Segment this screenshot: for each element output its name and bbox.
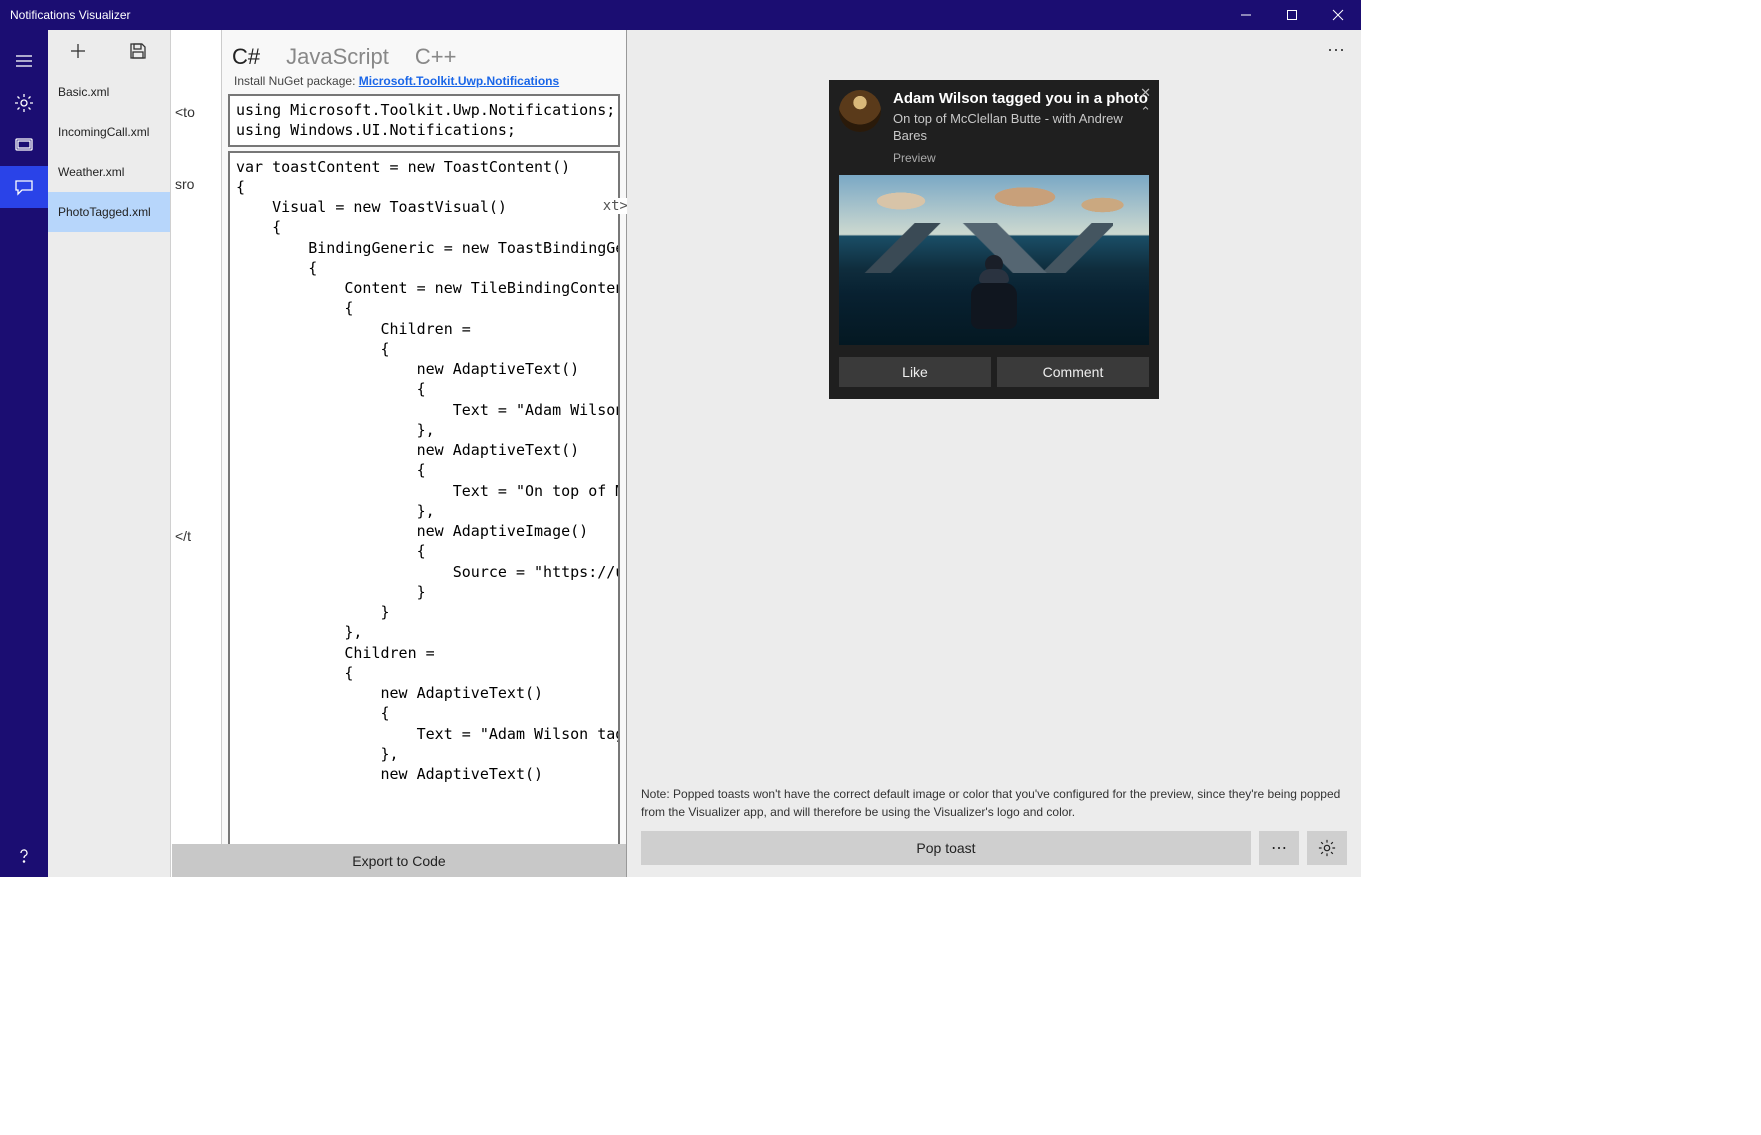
save-button[interactable]: [108, 30, 168, 72]
tab-javascript[interactable]: JavaScript: [286, 44, 389, 70]
xml-peek: <to sro </t: [171, 30, 221, 877]
preview-note: Note: Popped toasts won't have the corre…: [627, 786, 1361, 821]
maximize-button[interactable]: [1269, 0, 1315, 30]
toast-subtitle: On top of McClellan Butte - with Andrew …: [893, 111, 1149, 145]
preview-pane: ⋯ Adam Wilson tagged you in a photo On t…: [627, 30, 1361, 877]
toast-preview: Adam Wilson tagged you in a photo On top…: [829, 80, 1159, 399]
nuget-prefix: Install NuGet package:: [234, 74, 359, 88]
nuget-link[interactable]: Microsoft.Toolkit.Uwp.Notifications: [359, 74, 559, 88]
close-button[interactable]: [1315, 0, 1361, 30]
file-column: Basic.xml IncomingCall.xml Weather.xml P…: [48, 30, 171, 877]
avatar: [839, 90, 881, 132]
gear-icon[interactable]: [0, 82, 48, 124]
chevron-up-icon[interactable]: ⌃: [1140, 105, 1151, 118]
nav-rail: [0, 30, 48, 877]
export-to-code-button[interactable]: Export to Code: [172, 844, 626, 877]
code-panel: xt> C# JavaScript C++ Install NuGet pack…: [221, 30, 627, 877]
toast-attribution: Preview: [893, 151, 1149, 165]
xml-fragment: sro: [175, 176, 217, 192]
titlebar: Notifications Visualizer: [0, 0, 1361, 30]
xml-fragment: <to: [175, 104, 217, 120]
xml-fragment: xt>: [603, 198, 628, 214]
pop-toast-button[interactable]: Pop toast: [641, 831, 1251, 865]
tab-csharp[interactable]: C#: [232, 44, 260, 70]
display-icon[interactable]: [0, 124, 48, 166]
xml-fragment: </t: [175, 528, 217, 544]
toast-title: Adam Wilson tagged you in a photo: [893, 90, 1149, 109]
language-tabs: C# JavaScript C++: [222, 30, 626, 70]
close-icon[interactable]: ✕: [1140, 86, 1151, 99]
chat-icon[interactable]: [0, 166, 48, 208]
help-icon[interactable]: [0, 835, 48, 877]
file-item[interactable]: PhotoTagged.xml: [48, 192, 170, 232]
file-list: Basic.xml IncomingCall.xml Weather.xml P…: [48, 72, 170, 877]
comment-button[interactable]: Comment: [997, 357, 1149, 387]
more-icon[interactable]: ⋯: [1327, 40, 1347, 61]
more-button[interactable]: ⋯: [1259, 831, 1299, 865]
minimize-button[interactable]: [1223, 0, 1269, 30]
toast-hero-image: [839, 175, 1149, 345]
new-file-button[interactable]: [48, 30, 108, 72]
tab-cpp[interactable]: C++: [415, 44, 457, 70]
settings-button[interactable]: [1307, 831, 1347, 865]
like-button[interactable]: Like: [839, 357, 991, 387]
window-title: Notifications Visualizer: [10, 8, 1223, 22]
using-block[interactable]: using Microsoft.Toolkit.Uwp.Notification…: [228, 94, 620, 147]
file-item[interactable]: Basic.xml: [48, 72, 170, 112]
nuget-line: Install NuGet package: Microsoft.Toolkit…: [222, 70, 626, 94]
file-item[interactable]: Weather.xml: [48, 152, 170, 192]
hamburger-icon[interactable]: [0, 40, 48, 82]
code-block[interactable]: var toastContent = new ToastContent() { …: [228, 151, 620, 878]
file-item[interactable]: IncomingCall.xml: [48, 112, 170, 152]
